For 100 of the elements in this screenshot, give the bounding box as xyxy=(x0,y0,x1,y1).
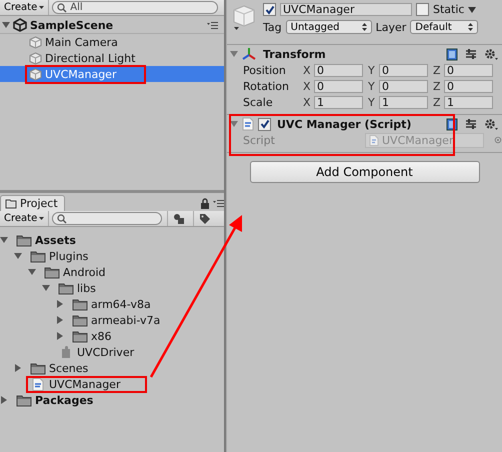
folder-icon xyxy=(58,282,74,294)
axis-label: Z xyxy=(433,80,442,92)
search-field[interactable]: All xyxy=(52,1,218,14)
axis-label: X xyxy=(303,96,312,108)
hierarchy-item[interactable]: Directional Light xyxy=(0,50,224,66)
number-field[interactable]: 1 xyxy=(314,96,363,108)
settings-icon[interactable] xyxy=(484,118,498,130)
static-label: Static xyxy=(433,3,464,16)
expand-arrow[interactable] xyxy=(56,316,64,324)
scene-name[interactable]: SampleScene xyxy=(30,18,114,32)
menu-icon[interactable] xyxy=(207,22,218,28)
help-book-icon[interactable] xyxy=(446,48,458,60)
axis-label: X xyxy=(303,80,312,92)
folder-icon xyxy=(16,234,32,246)
axes-icon xyxy=(241,47,257,61)
script-field: UVCManager xyxy=(365,132,484,148)
expand-arrow[interactable] xyxy=(0,236,8,244)
project-item[interactable]: Plugins xyxy=(49,250,88,262)
property-label: Position xyxy=(243,64,287,76)
settings-icon[interactable] xyxy=(484,48,498,60)
expand-arrow[interactable] xyxy=(56,300,64,308)
project-item[interactable]: x86 xyxy=(91,330,112,342)
tag-label: Tag xyxy=(263,20,282,34)
name-field[interactable]: UVCManager xyxy=(280,3,412,16)
caret-icon xyxy=(39,6,44,9)
project-item[interactable]: Assets xyxy=(35,234,76,246)
property-label: Rotation xyxy=(243,80,290,92)
project-item[interactable]: Packages xyxy=(35,394,94,406)
folder-icon xyxy=(30,250,46,262)
caret-icon xyxy=(39,217,44,220)
axis-label: Y xyxy=(368,64,376,76)
search-icon xyxy=(57,3,68,13)
property-label: Script xyxy=(243,134,276,146)
add-component-button[interactable]: Add Component xyxy=(250,161,480,183)
project-item[interactable]: arm64-v8a xyxy=(91,298,151,310)
cube-icon xyxy=(29,68,42,80)
folder-icon xyxy=(44,266,60,278)
static-checkbox[interactable] xyxy=(416,3,429,16)
number-field[interactable]: 0 xyxy=(379,64,428,76)
expand-arrow[interactable] xyxy=(56,332,64,340)
expand-arrow[interactable] xyxy=(230,50,238,58)
active-checkbox[interactable] xyxy=(263,3,276,16)
number-field[interactable]: 0 xyxy=(444,64,493,76)
project-item[interactable]: UVCDriver xyxy=(77,346,134,358)
project-item[interactable]: armeabi-v7a xyxy=(91,314,160,326)
project-item[interactable]: Scenes xyxy=(49,362,88,374)
expand-arrow[interactable] xyxy=(28,268,36,276)
expand-arrow[interactable] xyxy=(42,284,50,292)
lock-icon[interactable] xyxy=(200,198,210,209)
folder-icon xyxy=(5,198,17,208)
axis-label: Z xyxy=(433,64,442,76)
hierarchy-item[interactable]: Main Camera xyxy=(0,34,224,50)
axis-label: X xyxy=(303,64,312,76)
number-field[interactable]: 0 xyxy=(444,80,493,92)
folder-icon xyxy=(30,362,46,374)
enabled-checkbox[interactable] xyxy=(258,118,271,130)
search-field[interactable] xyxy=(52,212,162,225)
project-item[interactable]: Android xyxy=(63,266,106,278)
sliders-icon[interactable] xyxy=(465,118,477,130)
script-file-icon xyxy=(369,134,379,146)
number-field[interactable]: 1 xyxy=(444,96,493,108)
script-file-icon xyxy=(241,117,255,131)
expand-arrow[interactable] xyxy=(230,120,238,128)
help-book-icon[interactable] xyxy=(446,118,458,130)
dropdown-arrow-icon[interactable] xyxy=(468,6,476,12)
component-title: Transform xyxy=(262,48,326,60)
axis-label: Z xyxy=(433,96,442,108)
create-button[interactable]: Create xyxy=(0,0,50,15)
expand-arrow[interactable] xyxy=(14,252,22,260)
expand-arrow[interactable] xyxy=(2,21,10,29)
folder-icon xyxy=(72,298,88,310)
unity-logo-icon xyxy=(13,18,27,32)
number-field[interactable]: 0 xyxy=(314,64,363,76)
search-icon xyxy=(57,214,68,224)
property-label: Scale xyxy=(243,96,274,108)
sliders-icon[interactable] xyxy=(465,48,477,60)
cube-icon xyxy=(29,52,42,64)
tag-icon xyxy=(199,213,212,224)
layer-label: Layer xyxy=(376,20,406,34)
number-field[interactable]: 1 xyxy=(379,96,428,108)
up-down-arrows-icon xyxy=(468,23,474,31)
hierarchy-item[interactable]: UVCManager xyxy=(0,66,224,82)
axis-label: Y xyxy=(368,96,376,108)
expand-arrow[interactable] xyxy=(0,396,8,404)
folder-icon xyxy=(16,394,32,406)
up-down-arrows-icon xyxy=(362,23,367,31)
script-file-icon xyxy=(30,378,46,390)
project-tab[interactable]: Project xyxy=(0,195,65,211)
layer-dropdown[interactable]: Default xyxy=(410,20,478,34)
cube-icon xyxy=(29,36,42,48)
component-title: UVC Manager (Script) xyxy=(276,118,412,130)
number-field[interactable]: 0 xyxy=(379,80,428,92)
number-field[interactable]: 0 xyxy=(314,80,363,92)
project-item[interactable]: UVCManager xyxy=(49,378,120,390)
object-picker-icon[interactable] xyxy=(494,135,502,145)
project-item[interactable]: libs xyxy=(77,282,96,294)
tag-dropdown[interactable]: Untagged xyxy=(286,20,372,34)
folder-icon xyxy=(72,330,88,342)
menu-icon[interactable] xyxy=(213,200,224,207)
expand-arrow[interactable] xyxy=(14,364,22,372)
